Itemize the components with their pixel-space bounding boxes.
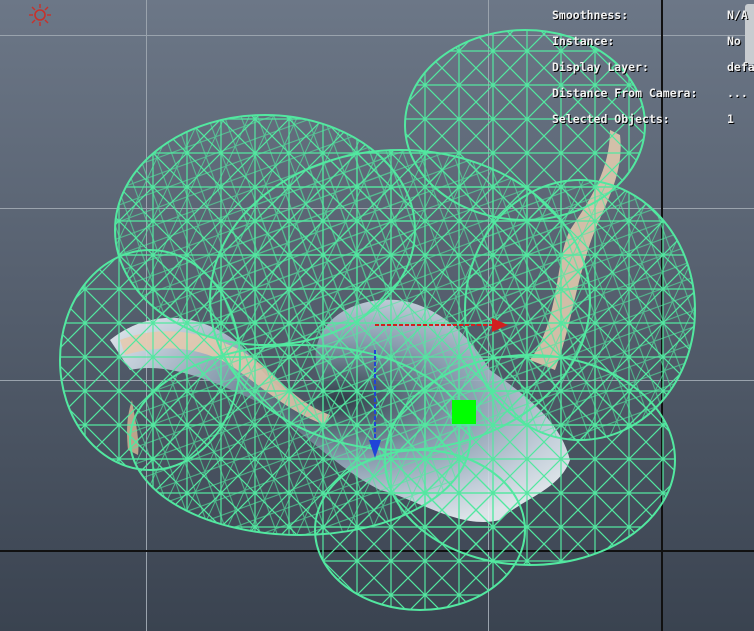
hud-label: Selected Objects: <box>552 112 670 126</box>
sun-icon <box>29 4 51 26</box>
hud-value: ... <box>727 86 748 100</box>
pivot-handle[interactable] <box>452 400 476 424</box>
hud-label: Display Layer: <box>552 60 649 74</box>
viewport[interactable]: Smoothness: N/A Instance: No Display Lay… <box>0 0 754 631</box>
hud-row-smoothness: Smoothness: N/A <box>552 8 754 34</box>
hud-label: Smoothness: <box>552 8 629 22</box>
hud-value: No <box>727 34 741 48</box>
hud-value: default <box>727 60 754 74</box>
hud-row-distance: Distance From Camera: ... <box>552 86 754 112</box>
hud-row-instance: Instance: No <box>552 34 754 60</box>
hud-row-selected-objects: Selected Objects: 1 <box>552 112 754 138</box>
hud-row-display-layer: Display Layer: default <box>552 60 754 86</box>
hud-value: 1 <box>727 112 734 126</box>
hud-value: N/A <box>727 8 748 22</box>
hud-label: Instance: <box>552 34 615 48</box>
hud-label: Distance From Camera: <box>552 86 698 100</box>
heads-up-display: Smoothness: N/A Instance: No Display Lay… <box>552 8 754 138</box>
